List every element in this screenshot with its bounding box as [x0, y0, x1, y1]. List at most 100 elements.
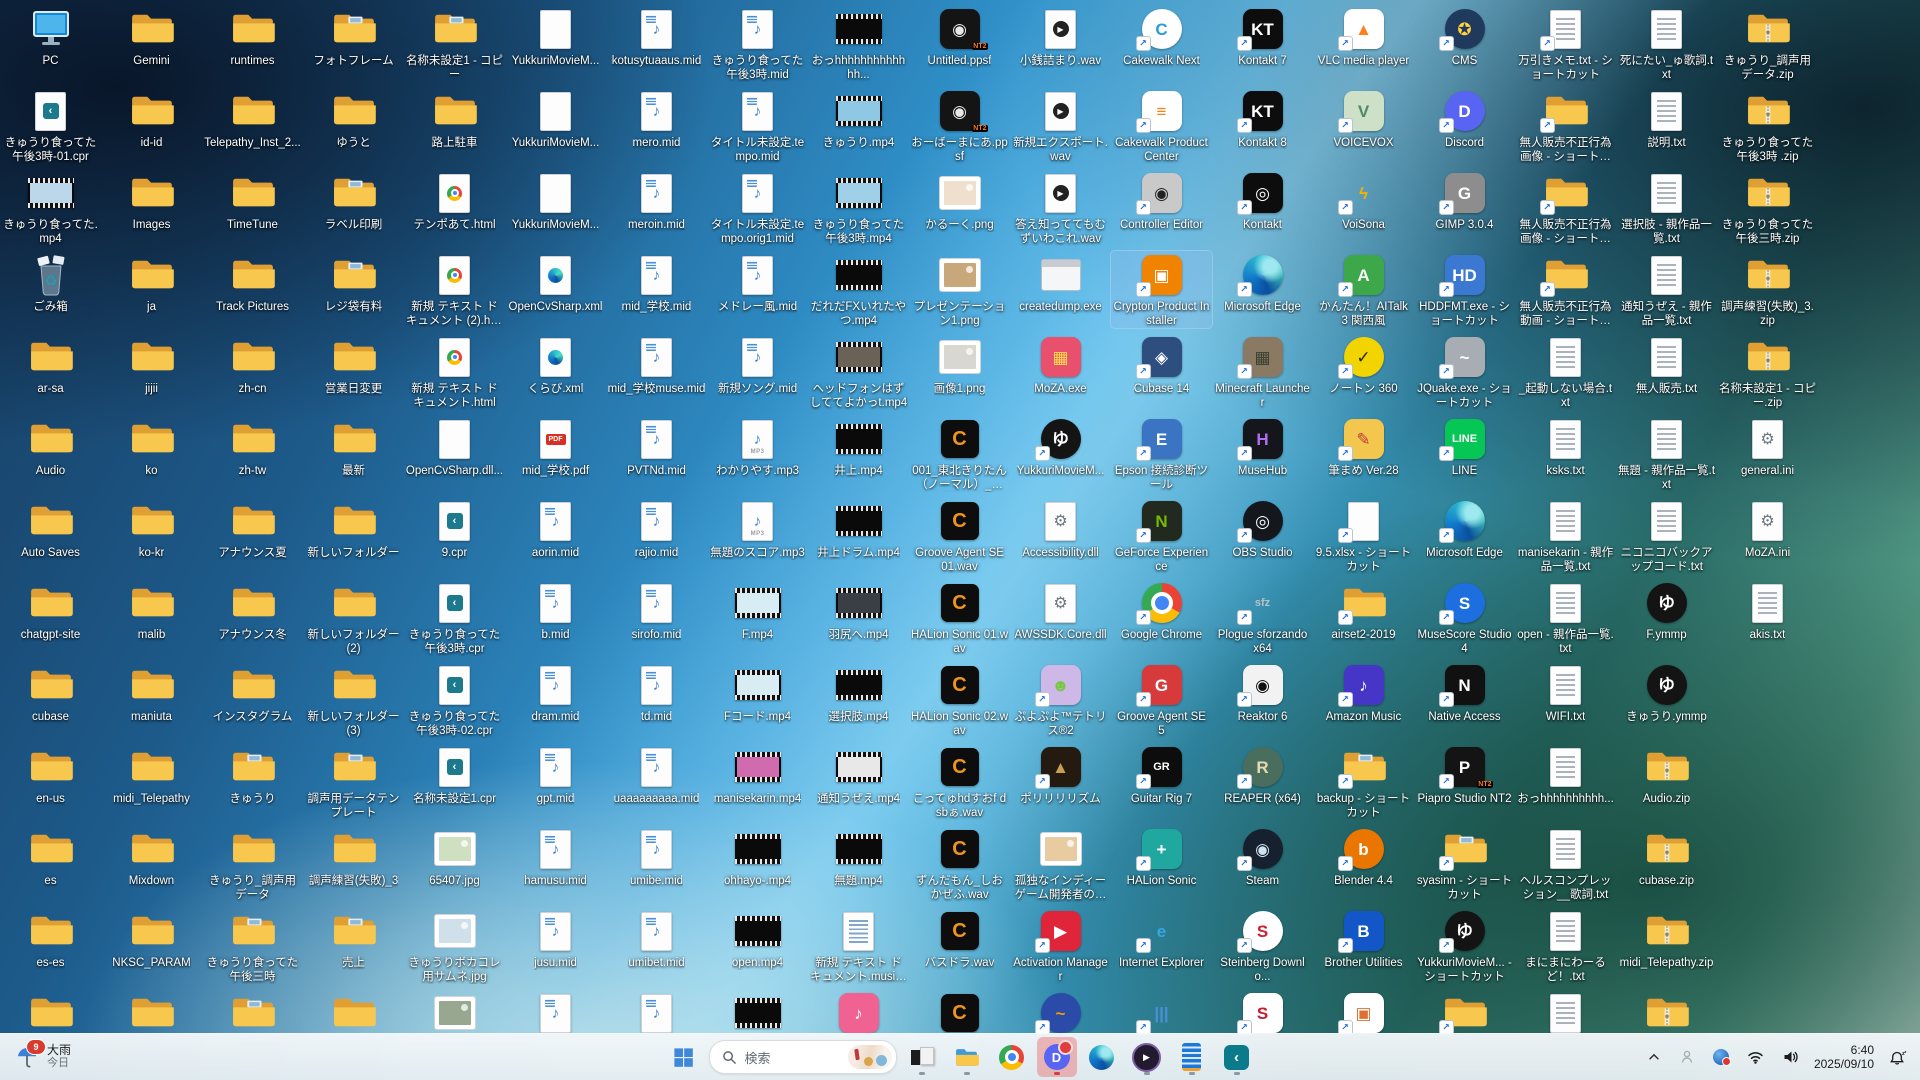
desktop-icon[interactable]: C 001_東北きりたん（ノーマル）_今じゃ...: [909, 415, 1010, 492]
desktop-icon[interactable]: ゆ ↗ YukkuriMovieM...: [1010, 415, 1111, 478]
desktop-icon[interactable]: ↗ airset2-2019: [1313, 579, 1414, 642]
desktop-icon[interactable]: ニコニコバックアップコード.txt: [1616, 497, 1717, 574]
desktop-icon[interactable]: ✓ ↗ ノートン 360: [1313, 333, 1414, 396]
desktop-icon[interactable]: 無題.mp4: [808, 825, 909, 888]
desktop-icon[interactable]: LINE ↗ LINE: [1414, 415, 1515, 478]
desktop-icon[interactable]: ♪ PVTNd.mid: [606, 415, 707, 478]
desktop-icon[interactable]: createdump.exe: [1010, 251, 1111, 314]
desktop-icon[interactable]: Track Pictures: [202, 251, 303, 314]
desktop-icon[interactable]: 死にたい_ゅ歌詞.txt: [1616, 5, 1717, 82]
desktop-icon[interactable]: きゅうり食ってた午後三時.zip: [1717, 169, 1818, 246]
desktop-icon[interactable]: ヘッドフォンはずしててよかっt.mp4: [808, 333, 909, 410]
desktop-icon[interactable]: ゆ ↗ YukkuriMovieM... - ショートカット: [1414, 907, 1515, 984]
desktop-icon[interactable]: ↗ backup - ショートカット: [1313, 743, 1414, 820]
desktop-icon[interactable]: GR ↗ Guitar Rig 7: [1111, 743, 1212, 806]
wifi-icon[interactable]: [1744, 1046, 1767, 1068]
desktop-icon[interactable]: ▶ 新規エクスポート.wav: [1010, 87, 1111, 164]
desktop-icon[interactable]: E ↗ Epson 接続診断ツール: [1111, 415, 1212, 492]
desktop-icon[interactable]: ▶ 答え知っててもむずいわこれ.wav: [1010, 169, 1111, 246]
desktop-icon[interactable]: 羽尻へ.mp4: [808, 579, 909, 642]
desktop-icon[interactable]: インスタグラム: [202, 661, 303, 724]
desktop-icon[interactable]: ◎ ↗ OBS Studio: [1212, 497, 1313, 560]
desktop-icon[interactable]: 新規 テキスト ドキュメント.html: [404, 333, 505, 410]
desktop-icon[interactable]: アナウンス夏: [202, 497, 303, 560]
desktop-icon[interactable]: ▣ ↗ Crypton Product Installer: [1110, 250, 1213, 329]
desktop-icon[interactable]: H ↗ MuseHub: [1212, 415, 1313, 478]
desktop-icon[interactable]: ラベル印刷: [303, 169, 404, 232]
desktop-icon[interactable]: ~ ↗ JQuake.exe - ショートカット: [1414, 333, 1515, 410]
desktop-icon[interactable]: cubase: [0, 661, 101, 724]
desktop-icon[interactable]: jijii: [101, 333, 202, 396]
desktop-icon[interactable]: C HALion Sonic 01.wav: [909, 579, 1010, 656]
desktop-icon[interactable]: おっhhhhhhhhhhhhh...: [808, 5, 909, 82]
desktop-icon[interactable]: ♪ ↗ Amazon Music: [1313, 661, 1414, 724]
desktop-icon[interactable]: runtimes: [202, 5, 303, 68]
desktop-icon[interactable]: ||| ↗: [1111, 989, 1212, 1036]
desktop-icon[interactable]: ♪ gpt.mid: [505, 743, 606, 806]
desktop-icon[interactable]: ⚙ AWSSDK.Core.dll: [1010, 579, 1111, 642]
desktop-icon[interactable]: [303, 989, 404, 1036]
desktop-icon[interactable]: TimeTune: [202, 169, 303, 232]
desktop-icon[interactable]: ⚙ Accessibility.dll: [1010, 497, 1111, 560]
desktop-icon[interactable]: ja: [101, 251, 202, 314]
desktop-icon[interactable]: R ↗ REAPER (x64): [1212, 743, 1313, 806]
desktop-icon[interactable]: くらび.xml: [505, 333, 606, 396]
desktop-icon[interactable]: A ↗ かんたん！AITalk 3 関西風: [1313, 251, 1414, 328]
desktop-icon[interactable]: Auto Saves: [0, 497, 101, 560]
taskbar-app-explorer[interactable]: [947, 1037, 987, 1077]
desktop-icon[interactable]: b ↗ Blender 4.4: [1313, 825, 1414, 888]
desktop-icon[interactable]: ♪ タイトル未設定.tempo.mid: [707, 87, 808, 164]
desktop-icon[interactable]: ↗ 9.5.xlsx - ショートカット: [1313, 497, 1414, 574]
desktop-icon[interactable]: だれだFXいれたやつ.mp4: [808, 251, 909, 328]
taskbar-app-discord[interactable]: D: [1036, 1037, 1077, 1077]
taskbar-app-chrome[interactable]: [992, 1037, 1032, 1077]
desktop-icon[interactable]: ♪: [505, 989, 606, 1036]
desktop-icon[interactable]: ✪ ↗ CMS: [1414, 5, 1515, 68]
desktop-icon[interactable]: ♪ uaaaaaaaaa.mid: [606, 743, 707, 806]
desktop-icon[interactable]: ♪: [808, 989, 909, 1036]
desktop-icon[interactable]: ↗ 無人販売不正行為動画 - ショートカット: [1515, 251, 1616, 328]
desktop-icon[interactable]: ◉ NT2 Untitled.ppsf: [909, 5, 1010, 68]
desktop-icon[interactable]: ✎ ↗ 筆まめ Ver.28: [1313, 415, 1414, 478]
desktop-icon[interactable]: ◎ ↗ Kontakt: [1212, 169, 1313, 232]
desktop-icon[interactable]: midi_Telepathy.zip: [1616, 907, 1717, 970]
desktop-icon[interactable]: 新しいフォルダー (2): [303, 579, 404, 656]
desktop-icon[interactable]: きゅうりボカコレ用サムネ.jpg: [404, 907, 505, 984]
tray-sync-app-icon[interactable]: [1710, 1046, 1732, 1068]
desktop-icon[interactable]: S ↗ Steinberg Downlo...: [1212, 907, 1313, 984]
desktop-icon[interactable]: + ↗ HALion Sonic: [1111, 825, 1212, 888]
desktop-icon[interactable]: 調声練習(失敗)_3.zip: [1717, 251, 1818, 328]
desktop-icon[interactable]: F.mp4: [707, 579, 808, 642]
desktop-icon[interactable]: ▦ ↗ Minecraft Launcher: [1212, 333, 1313, 410]
desktop-icon[interactable]: ♪ jusu.mid: [505, 907, 606, 970]
desktop-icon[interactable]: chatgpt-site: [0, 579, 101, 642]
desktop-icon[interactable]: id-id: [101, 87, 202, 150]
desktop-icon[interactable]: [404, 989, 505, 1036]
desktop-icon[interactable]: ⚙ MoZA.ini: [1717, 497, 1818, 560]
desktop-icon[interactable]: C バスドラ.wav: [909, 907, 1010, 970]
desktop-icon[interactable]: open.mp4: [707, 907, 808, 970]
desktop-icon[interactable]: es: [0, 825, 101, 888]
desktop-icon[interactable]: NKSC_PARAM: [101, 907, 202, 970]
desktop-icon[interactable]: ☻ ↗ ぷよぷよ™テトリス®2: [1010, 661, 1111, 738]
desktop-icon[interactable]: ♪ きゅうり食ってた午後3時.mid: [707, 5, 808, 82]
desktop-icon[interactable]: sfz ↗ Plogue sforzando x64: [1212, 579, 1313, 656]
desktop-icon[interactable]: 新規 テキスト ドキュメント.musicxml: [808, 907, 909, 984]
desktop-icon[interactable]: 65407.jpg: [404, 825, 505, 888]
desktop-icon[interactable]: ♪ dram.mid: [505, 661, 606, 724]
desktop-icon[interactable]: ▲ ↗ VLC media player: [1313, 5, 1414, 68]
desktop-icon[interactable]: maniuta: [101, 661, 202, 724]
desktop-icon[interactable]: C こってゅhdすおf dsbぁ.wav: [909, 743, 1010, 820]
desktop-icon[interactable]: 調声用データテンプレート: [303, 743, 404, 820]
desktop-icon[interactable]: Telepathy_Inst_2...: [202, 87, 303, 150]
desktop-icon[interactable]: きゅうり_調声用データ: [202, 825, 303, 902]
desktop-icon[interactable]: ‹ 名称未設定1.cpr: [404, 743, 505, 806]
desktop-icon[interactable]: 路上駐車: [404, 87, 505, 150]
desktop-icon[interactable]: ゆきゅうり.ymmp: [1616, 661, 1717, 724]
desktop-icon[interactable]: en-us: [0, 743, 101, 806]
desktop-icon[interactable]: ♪ td.mid: [606, 661, 707, 724]
desktop-icon[interactable]: きゅうり食ってた午後3時.mp4: [808, 169, 909, 246]
taskbar-app-notes-app[interactable]: [1172, 1037, 1212, 1077]
desktop-icon[interactable]: zh-tw: [202, 415, 303, 478]
desktop-icon[interactable]: ♪ MP3 無題のスコア.mp3: [707, 497, 808, 560]
